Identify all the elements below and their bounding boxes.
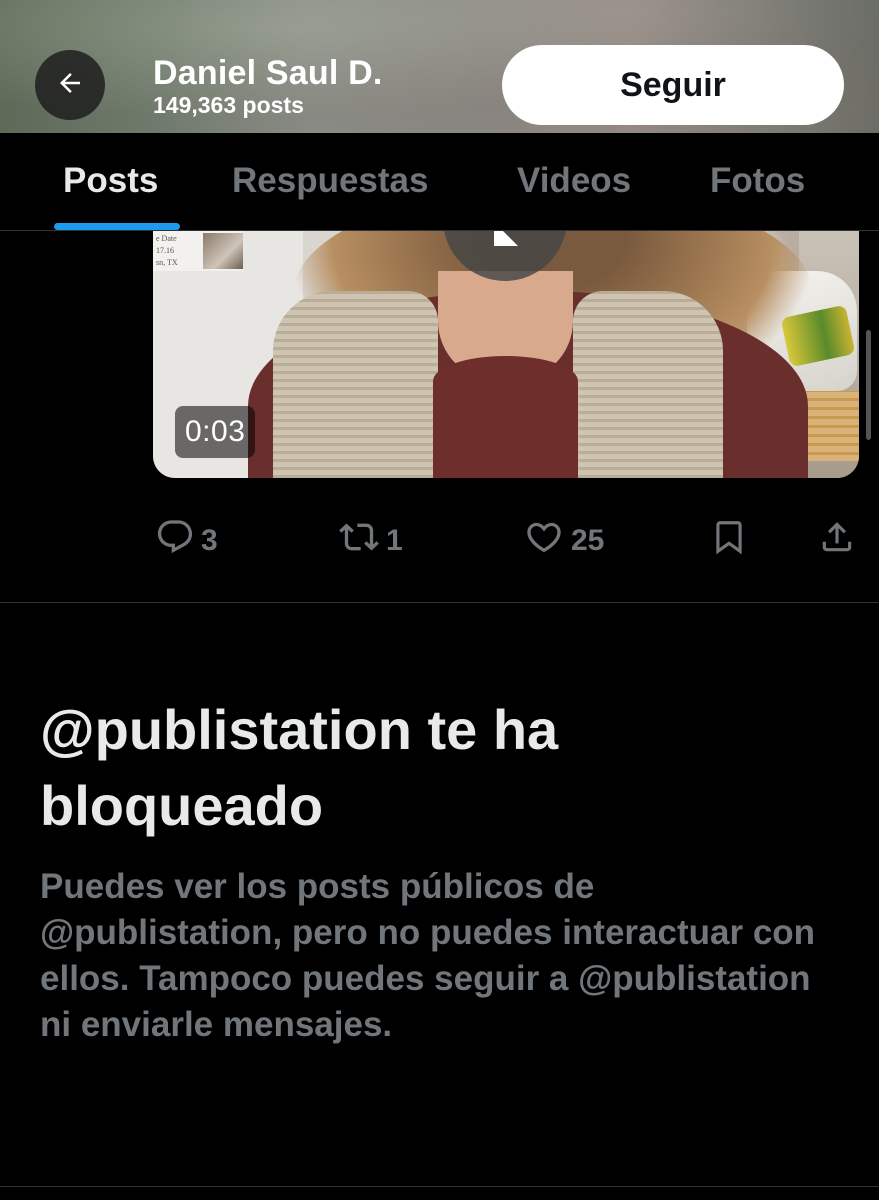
post-divider bbox=[0, 602, 879, 603]
profile-name: Daniel Saul D. bbox=[153, 54, 383, 92]
reply-icon bbox=[155, 517, 195, 565]
like-button[interactable]: 25 bbox=[523, 517, 604, 565]
bookmark-button[interactable] bbox=[710, 517, 748, 565]
back-button[interactable] bbox=[35, 50, 105, 120]
like-count: 25 bbox=[571, 524, 605, 557]
blocked-description: Puedes ver los posts públicos de @publis… bbox=[40, 867, 816, 1044]
share-icon bbox=[818, 517, 856, 565]
repost-button[interactable]: 1 bbox=[338, 517, 403, 565]
tab-posts[interactable]: Posts bbox=[63, 161, 158, 201]
repost-icon bbox=[338, 517, 380, 565]
tab-fotos[interactable]: Fotos bbox=[710, 161, 805, 201]
bookmark-icon bbox=[710, 517, 748, 565]
active-tab-indicator bbox=[54, 223, 180, 230]
tab-videos[interactable]: Videos bbox=[517, 161, 631, 201]
repost-count: 1 bbox=[386, 524, 403, 557]
profile-page: Daniel Saul D. 149,363 posts Seguir Post… bbox=[0, 0, 879, 1200]
blocked-title: @publistation te ha bloqueado bbox=[40, 698, 559, 837]
follow-button[interactable]: Seguir bbox=[502, 45, 844, 125]
bottom-divider bbox=[0, 1186, 879, 1187]
reply-button[interactable]: 3 bbox=[155, 517, 218, 565]
share-button[interactable] bbox=[818, 517, 856, 565]
play-icon bbox=[490, 231, 520, 251]
video-duration: 0:03 bbox=[175, 406, 256, 458]
tab-respuestas[interactable]: Respuestas bbox=[232, 161, 428, 201]
heart-icon bbox=[523, 517, 565, 565]
profile-header: Daniel Saul D. 149,363 posts Seguir bbox=[0, 0, 879, 133]
reply-count: 3 bbox=[201, 524, 218, 557]
post-count: 149,363 posts bbox=[153, 92, 304, 118]
video-thumbnail[interactable]: e Date 17.16 sn, TX 0:03 bbox=[153, 231, 859, 478]
post-actions: 3 1 25 bbox=[0, 505, 879, 575]
profile-tabs: Posts Respuestas Videos Fotos bbox=[0, 133, 879, 231]
scrollbar[interactable] bbox=[866, 330, 871, 440]
arrow-left-icon bbox=[55, 68, 85, 103]
